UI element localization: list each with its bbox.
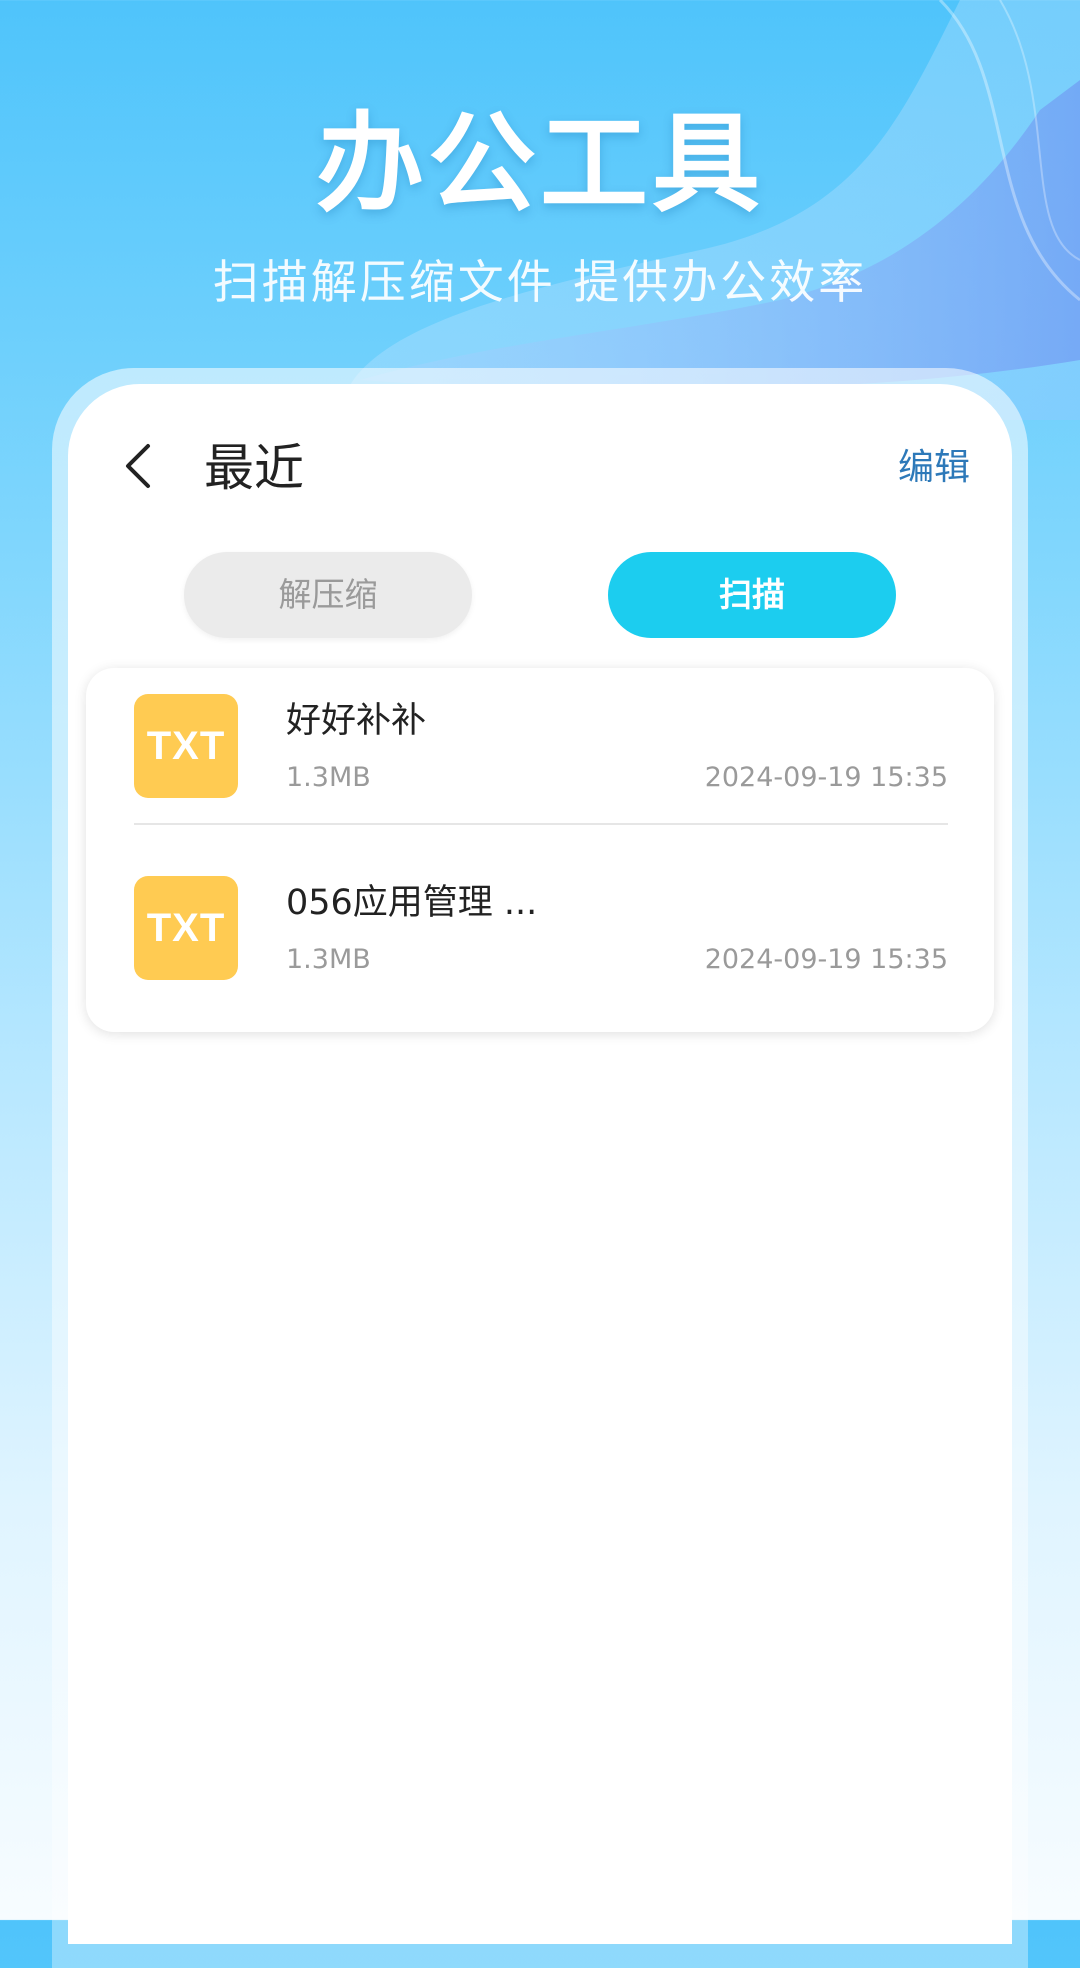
file-name: 好好补补 (286, 701, 427, 741)
tab-scan[interactable]: 扫描 (608, 552, 896, 638)
tab-unzip[interactable]: 解压缩 (184, 552, 472, 638)
recent-files-list: TXT 好好补补 1.3MB 2024-09-19 15:35 TXT 056应… (86, 668, 994, 1032)
file-size: 1.3MB (286, 944, 371, 975)
file-list-item[interactable]: TXT 056应用管理 ... 1.3MB 2024-09-19 15:35 (86, 850, 994, 1032)
txt-file-icon: TXT (134, 694, 238, 798)
hero-title: 办公工具 (315, 102, 764, 227)
file-name: 056应用管理 ... (286, 883, 538, 923)
edit-button[interactable]: 编辑 (860, 444, 970, 492)
page-title: 最近 (204, 439, 304, 497)
file-date: 2024-09-19 15:35 (704, 762, 948, 793)
file-size: 1.3MB (286, 762, 371, 793)
back-button[interactable] (110, 436, 170, 496)
chevron-left-icon (126, 444, 150, 488)
file-date: 2024-09-19 15:35 (704, 944, 948, 975)
file-list-item[interactable]: TXT 好好补补 1.3MB 2024-09-19 15:35 (86, 668, 994, 850)
hero-subtitle: 扫描解压缩文件 提供办公效率 (212, 255, 868, 309)
txt-file-icon: TXT (134, 876, 238, 980)
divider (134, 823, 948, 825)
